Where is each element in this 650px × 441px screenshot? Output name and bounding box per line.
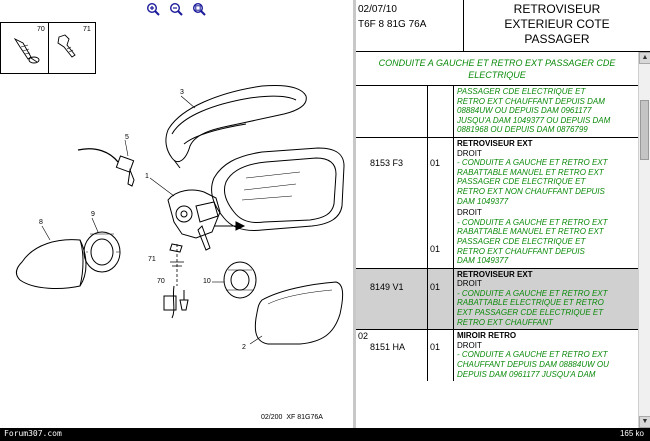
- header-date: 02/07/10: [358, 4, 397, 15]
- status-bar: Forum307.com 165 ko: [0, 428, 650, 441]
- qty-cell: 01: [428, 268, 454, 330]
- desc-line: 08884UW OU DEPUIS DAM 0961177: [457, 106, 592, 116]
- scroll-up-arrow-icon[interactable]: ▲: [639, 52, 650, 64]
- title-line-3: PASSAGER: [524, 32, 590, 46]
- title-line-2: EXTERIEUR COTE: [504, 17, 610, 31]
- desc-line: RETRO EXT CHAUFFANT: [457, 317, 553, 327]
- table-row-selected[interactable]: 8149 V1 01 RETROVISEUR EXT DROIT - CONDU…: [356, 268, 638, 331]
- desc-line: DAM 1049377: [457, 196, 509, 206]
- scroll-down-arrow-icon[interactable]: ▼: [639, 416, 650, 428]
- callout-3: 3: [180, 89, 184, 96]
- wiring-harness-part: [77, 139, 135, 187]
- desc-line: EXT PASSAGER CDE ELECTRIQUE ET: [457, 308, 604, 318]
- callout-5: 5: [125, 134, 129, 141]
- part-quantity: 01: [430, 281, 441, 292]
- table-row[interactable]: 8153 F3 01 RETROVISEUR EXT DROIT - CONDU…: [356, 137, 638, 269]
- desc-line: RETRO EXT CHAUFFANT DEPUIS: [457, 246, 585, 256]
- qty-cell: [428, 86, 454, 137]
- part-title: RETROVISEUR EXT: [457, 138, 533, 148]
- part-reference[interactable]: 8149 V1: [370, 282, 404, 292]
- mirror-cap-part: [15, 225, 87, 289]
- part-side: DROIT: [457, 208, 482, 218]
- part-side: DROIT: [457, 340, 482, 350]
- desc-cell: MIROIR RETRO DROIT - CONDUITE A GAUCHE E…: [454, 330, 638, 381]
- desc-line: RABATTABLE MANUEL ET RETRO EXT: [457, 167, 604, 177]
- drawing-ref-code: XF 81G76A: [286, 414, 323, 421]
- desc-line: PASSAGER CDE ELECTRIQUE ET: [457, 177, 586, 187]
- info-header: 02/07/10 T6F 8 81G 76A RETROVISEUR EXTER…: [356, 0, 650, 52]
- mirror-exploded-drawing: [15, 85, 345, 345]
- desc-line: - CONDUITE A GAUCHE ET RETRO EXT: [457, 217, 608, 227]
- part-quantity: 01: [430, 342, 441, 353]
- header-reference: T6F 8 81G 76A: [358, 19, 427, 30]
- site-watermark: Forum307.com: [4, 429, 62, 438]
- desc-line: RETRO EXT CHAUFFANT DEPUIS DAM: [457, 96, 605, 106]
- desc-cell: RETROVISEUR EXT DROIT - CONDUITE A GAUCH…: [454, 269, 638, 330]
- desc-line: RABATTABLE MANUEL ET RETRO EXT: [457, 227, 604, 237]
- fixing-screws-part: [163, 243, 189, 319]
- part-group-number: 02: [358, 331, 369, 342]
- group-banner: CONDUITE A GAUCHE ET RETRO EXT PASSAGER …: [356, 52, 638, 86]
- header-meta: 02/07/10 T6F 8 81G 76A: [356, 0, 464, 52]
- desc-line: - CONDUITE A GAUCHE ET RETRO EXT: [457, 350, 608, 360]
- parts-info-pane: 02/07/10 T6F 8 81G 76A RETROVISEUR EXTER…: [356, 0, 650, 428]
- desc-line: RABATTABLE ELECTRIQUE ET RETRO: [457, 298, 604, 308]
- ref-cell: [356, 86, 428, 137]
- part-quantity: 01: [430, 243, 441, 254]
- callout-71: 71: [148, 256, 156, 263]
- part-side: DROIT: [457, 279, 482, 289]
- desc-cell: RETROVISEUR EXT DROIT - CONDUITE A GAUCH…: [454, 138, 638, 268]
- desc-line: PASSAGER CDE ELECTRIQUE ET: [457, 87, 586, 96]
- part-title: MIROIR RETRO: [457, 331, 517, 341]
- adjustment-motor-part: [212, 261, 257, 299]
- mirror-glass-part: [249, 281, 344, 345]
- part-quantity: 01: [430, 157, 441, 168]
- ref-cell: 02 8151 HA: [356, 330, 428, 382]
- scroll-thumb[interactable]: [640, 100, 649, 160]
- callout-8: 8: [39, 219, 43, 226]
- desc-line: JUSQU'A DAM 1049377 OU DEPUIS DAM: [457, 115, 611, 125]
- part-reference[interactable]: 8153 F3: [370, 158, 403, 168]
- part-title: RETROVISEUR EXT: [457, 269, 533, 279]
- table-row[interactable]: PASSAGER CDE ELECTRIQUE ET RETRO EXT CHA…: [356, 86, 638, 138]
- part-reference[interactable]: 8151 HA: [370, 342, 405, 352]
- ref-cell: 8153 F3: [356, 137, 428, 268]
- parts-table: PASSAGER CDE ELECTRIQUE ET RETRO EXT CHA…: [356, 86, 638, 382]
- vertical-scrollbar[interactable]: ▲ ▼: [638, 52, 650, 428]
- mirror-cover-part: [165, 85, 307, 169]
- callout-2: 2: [242, 344, 246, 351]
- desc-line: DEPUIS DAM 0961177 JUSQU'A DAM: [457, 369, 596, 379]
- parts-list-scroll-area[interactable]: CONDUITE A GAUCHE ET RETRO EXT PASSAGER …: [356, 52, 650, 428]
- desc-cell: PASSAGER CDE ELECTRIQUE ET RETRO EXT CHA…: [454, 86, 638, 137]
- table-row[interactable]: 02 8151 HA 01 MIROIR RETRO DROIT - CONDU…: [356, 330, 638, 382]
- drawing-reference: 02/200 XF 81G76A: [261, 414, 323, 421]
- callout-9: 9: [91, 211, 95, 218]
- part-side: DROIT: [457, 148, 482, 158]
- ref-cell: 8149 V1: [356, 268, 428, 330]
- title-line-1: RETROVISEUR: [513, 2, 601, 16]
- desc-line: - CONDUITE A GAUCHE ET RETRO EXT: [457, 158, 608, 168]
- callout-70b: 70: [157, 278, 165, 285]
- file-size: 165 ko: [619, 429, 644, 438]
- callout-1: 1: [145, 173, 149, 180]
- exploded-view-pane[interactable]: 70 71 3 5 8 9 1 71 70 10 2 02/200 XF 81G…: [0, 0, 353, 428]
- group-line-1: CONDUITE A GAUCHE ET RETRO EXT PASSAGER …: [378, 58, 616, 68]
- desc-line: RETRO EXT NON CHAUFFANT DEPUIS: [457, 186, 605, 196]
- drawing-ref-date: 02/200: [261, 414, 283, 421]
- qty-cell: 01: [428, 330, 454, 382]
- callout-10: 10: [203, 278, 211, 285]
- desc-line: PASSAGER CDE ELECTRIQUE ET: [457, 236, 586, 246]
- desc-line: DAM 1049377: [457, 256, 509, 266]
- mirror-ring-part: [83, 217, 121, 273]
- desc-line: CHAUFFANT DEPUIS DAM 08884UW OU: [457, 360, 609, 370]
- desc-line: 0881968 OU DEPUIS DAM 0876799: [457, 125, 588, 135]
- page-title: RETROVISEUR EXTERIEUR COTE PASSAGER: [464, 2, 650, 47]
- desc-line: - CONDUITE A GAUCHE ET RETRO EXT: [457, 288, 608, 298]
- mirror-housing-part: [149, 147, 345, 251]
- group-line-2: ELECTRIQUE: [468, 70, 526, 80]
